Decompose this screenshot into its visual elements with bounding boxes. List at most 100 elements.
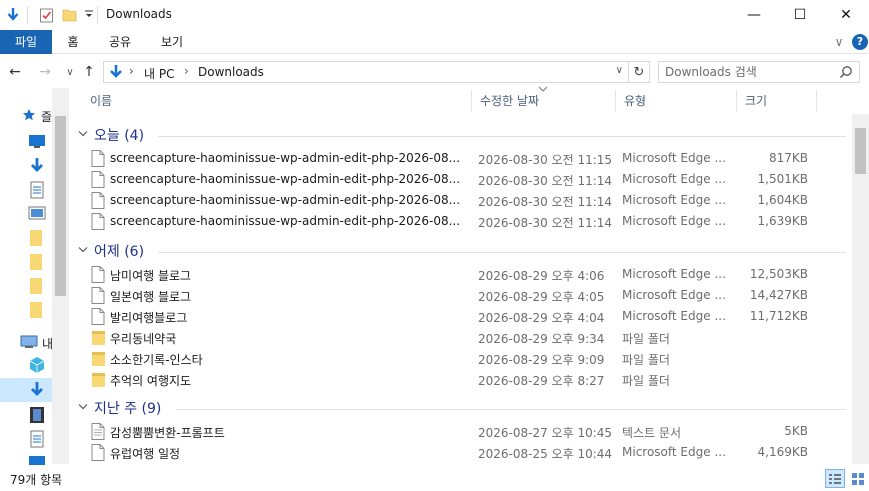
download-arrow-icon[interactable] — [4, 6, 22, 24]
refresh-button[interactable]: ↻ — [629, 61, 650, 83]
file-row[interactable]: 우리동네약국 2026-08-29 오후 9:34 파일 폴더 — [88, 327, 846, 348]
large-icons-view-icon — [852, 472, 864, 485]
folder-icon[interactable] — [28, 253, 46, 271]
downloads-selected-icon[interactable] — [28, 381, 46, 399]
minimize-button[interactable]: — — [731, 0, 777, 30]
sort-chevron-icon — [538, 85, 548, 96]
address-dropdown-icon[interactable]: ∨ — [616, 65, 623, 76]
group-header[interactable]: 지난 주 (9) — [76, 398, 846, 420]
tab-file[interactable]: 파일 — [0, 30, 52, 54]
customize-toolbar-chevron-icon[interactable] — [80, 6, 98, 24]
file-name: 남미여행 블로그 — [110, 269, 192, 283]
3d-objects-icon[interactable] — [28, 356, 46, 374]
file-row[interactable]: 발리여행블로그 2026-08-29 오후 4:04 Microsoft Edge … — [88, 306, 846, 327]
text-file-icon — [91, 423, 105, 440]
file-date: 2026-08-29 오후 9:09 — [478, 353, 605, 367]
maximize-button[interactable]: ☐ — [777, 0, 823, 30]
file-date: 2026-08-27 오후 10:45 — [478, 426, 613, 440]
breadcrumb-separator[interactable]: › — [129, 64, 134, 78]
folder-icon[interactable] — [28, 277, 46, 295]
file-row[interactable]: screencapture-haominissue-wp-admin-edit-… — [88, 169, 846, 190]
file-date: 2026-08-30 오전 11:14 — [478, 174, 613, 188]
chevron-down-icon[interactable] — [78, 401, 88, 414]
close-button[interactable]: ✕ — [823, 0, 869, 30]
file-type: 파일 폴더 — [622, 353, 670, 367]
help-icon[interactable]: ? — [852, 34, 868, 50]
properties-checkmark-icon[interactable] — [37, 6, 55, 24]
search-input[interactable] — [665, 64, 835, 80]
column-header-type[interactable]: 유형 — [616, 88, 736, 114]
file-type: Microsoft Edge ... — [622, 445, 726, 459]
file-row[interactable]: 일본여행 블로그 2026-08-29 오후 4:05 Microsoft Edge… — [88, 285, 846, 306]
this-pc-icon[interactable] — [20, 334, 38, 353]
tab-share[interactable]: 공유 — [100, 30, 140, 54]
chevron-down-icon[interactable] — [78, 128, 88, 141]
file-row[interactable]: screencapture-haominissue-wp-admin-edit-… — [88, 148, 846, 169]
nav-scrollbar-thumb[interactable] — [55, 116, 66, 296]
forward-button[interactable]: → — [36, 62, 54, 82]
file-name: 소소한기록-인스타 — [110, 353, 203, 367]
breadcrumb-this-pc[interactable]: 내 PC — [144, 65, 174, 82]
breadcrumb-separator[interactable]: › — [184, 64, 189, 78]
quick-access-star-icon[interactable] — [22, 108, 36, 125]
downloads-icon[interactable] — [28, 157, 46, 175]
file-row[interactable]: 감성뿜뿜변환-프롬프트 2026-08-27 오후 10:45 텍스트 문서 5KB — [88, 421, 846, 442]
file-date: 2026-08-30 오전 11:15 — [478, 153, 613, 167]
documents-icon[interactable] — [28, 430, 46, 448]
file-row[interactable]: screencapture-haominissue-wp-admin-edit-… — [88, 211, 846, 232]
file-type: Microsoft Edge ... — [622, 288, 726, 302]
search-icon[interactable] — [839, 65, 853, 82]
up-button[interactable]: ↑ — [80, 62, 98, 82]
file-date: 2026-08-30 오전 11:14 — [478, 216, 613, 230]
file-row[interactable]: 소소한기록-인스타 2026-08-29 오후 9:09 파일 폴더 — [88, 348, 846, 369]
folder-icon[interactable] — [28, 229, 46, 247]
expand-ribbon-chevron-icon[interactable]: ∨ — [830, 30, 848, 54]
list-scrollbar-thumb[interactable] — [855, 128, 866, 174]
back-button[interactable]: ← — [6, 62, 24, 82]
file-size: 1,604KB — [757, 193, 808, 207]
address-bar[interactable]: › 내 PC › Downloads ∨ — [103, 61, 629, 83]
pictures-icon[interactable] — [28, 205, 46, 223]
file-type: Microsoft Edge ... — [622, 267, 726, 281]
file-name: 유럽여행 일정 — [110, 447, 181, 461]
videos-icon[interactable] — [28, 406, 46, 424]
document-icon — [91, 192, 105, 209]
search-box[interactable] — [658, 61, 860, 83]
file-type: Microsoft Edge ... — [622, 193, 726, 207]
minimize-icon: — — [747, 7, 761, 23]
file-date: 2026-08-29 오후 4:06 — [478, 269, 605, 283]
new-folder-icon[interactable] — [60, 6, 78, 24]
tab-view[interactable]: 보기 — [152, 30, 192, 54]
details-view-button[interactable] — [825, 469, 845, 488]
file-name: 일본여행 블로그 — [110, 290, 192, 304]
desktop-icon[interactable] — [28, 133, 46, 151]
navigation-pane: 즐 내 — [0, 88, 70, 465]
chevron-down-icon[interactable] — [78, 244, 88, 257]
file-type: Microsoft Edge ... — [622, 172, 726, 186]
group-label: 어제 (6) — [94, 244, 145, 260]
tab-home[interactable]: 홈 — [56, 30, 90, 54]
column-header-name[interactable]: 이름 — [82, 88, 472, 114]
quick-access-label[interactable]: 즐 — [41, 108, 52, 125]
folder-icon — [91, 350, 105, 367]
documents-icon[interactable] — [28, 181, 46, 199]
folder-icon[interactable] — [28, 301, 46, 319]
file-row[interactable]: 추억의 여행지도 2026-08-29 오후 8:27 파일 폴더 — [88, 369, 846, 390]
file-size: 14,427KB — [749, 288, 808, 302]
file-size: 1,639KB — [757, 214, 808, 228]
document-icon — [91, 287, 105, 304]
file-name: 발리여행블로그 — [110, 311, 188, 325]
recent-locations-button[interactable]: ∨ — [61, 62, 79, 82]
column-header-size[interactable]: 크기 — [737, 88, 817, 114]
file-row[interactable]: 유럽여행 일정 2026-08-25 오후 10:44 Microsoft Edge… — [88, 442, 846, 463]
large-icons-view-button[interactable] — [848, 469, 868, 488]
file-row[interactable]: screencapture-haominissue-wp-admin-edit-… — [88, 190, 846, 211]
file-type: Microsoft Edge ... — [622, 151, 726, 165]
group-label: 지난 주 (9) — [94, 401, 162, 417]
file-size: 12,503KB — [749, 267, 808, 281]
file-row[interactable]: 남미여행 블로그 2026-08-29 오후 4:06 Microsoft Edge… — [88, 264, 846, 285]
column-divider[interactable] — [816, 90, 817, 112]
group-header[interactable]: 오늘 (4) — [76, 125, 846, 147]
group-header[interactable]: 어제 (6) — [76, 241, 846, 263]
breadcrumb-downloads[interactable]: Downloads — [198, 65, 264, 79]
